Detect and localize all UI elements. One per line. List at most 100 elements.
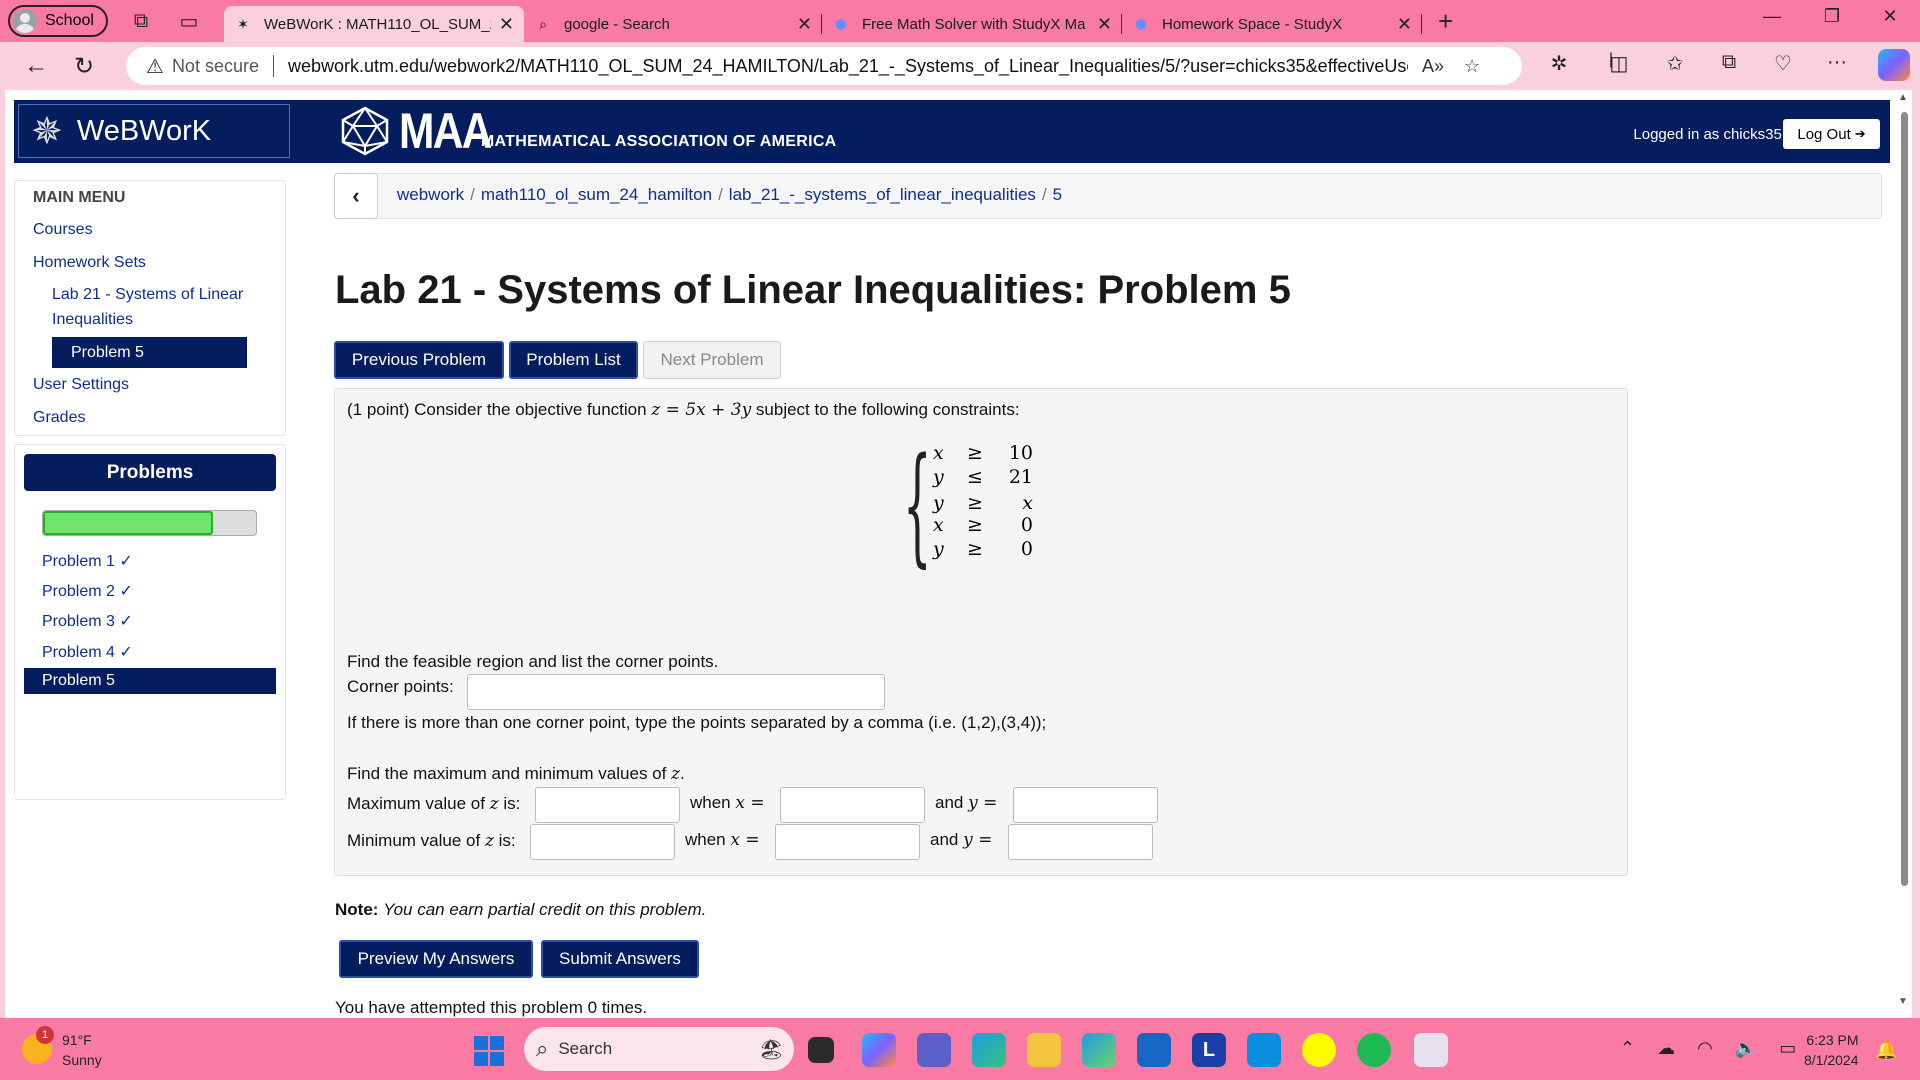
previous-problem-button[interactable]: Previous Problem xyxy=(334,341,504,379)
intro-text: subject to the following constraints: xyxy=(751,400,1020,419)
clock[interactable]: 6:23 PM 8/1/2024 xyxy=(1804,1030,1859,1070)
wifi-icon[interactable]: ◠ xyxy=(1697,1038,1713,1059)
collections-icon[interactable]: ⧉ xyxy=(1714,51,1744,74)
corner-points-label: Corner points: xyxy=(347,677,454,696)
minimize-icon[interactable]: — xyxy=(1752,6,1792,27)
constraint-row: y ≤21 xyxy=(933,466,1033,488)
copilot-taskbar-icon[interactable] xyxy=(862,1033,896,1067)
notification-bell-icon[interactable]: 🔔 xyxy=(1875,1040,1897,1061)
scroll-up-icon[interactable]: ▲ xyxy=(1898,92,1908,103)
more-menu-icon[interactable]: ··· xyxy=(1822,51,1852,74)
volume-icon[interactable]: 🔈 xyxy=(1735,1038,1757,1059)
restore-icon[interactable]: ❐ xyxy=(1812,6,1852,27)
teams-icon[interactable] xyxy=(917,1033,951,1067)
scroll-down-icon[interactable]: ▼ xyxy=(1898,996,1908,1007)
spotify-icon[interactable] xyxy=(1357,1033,1391,1067)
close-tab-icon[interactable]: ✕ xyxy=(499,14,514,35)
maa-logo[interactable]: MAA MATHEMATICAL ASSOCIATION OF AMERICA xyxy=(339,103,837,159)
problem-link-1[interactable]: Problem 1 ✓ xyxy=(42,551,133,571)
chevron-up-icon[interactable]: ⌃ xyxy=(1620,1038,1635,1059)
partial-credit-note: Note: You can earn partial credit on thi… xyxy=(335,900,706,920)
scroll-thumb[interactable] xyxy=(1901,112,1908,886)
find-maxmin-text: Find the maximum and minimum values of z… xyxy=(347,764,685,784)
min-y-input[interactable] xyxy=(1008,824,1153,860)
problem-link-3[interactable]: Problem 3 ✓ xyxy=(42,611,133,631)
back-icon[interactable]: ← xyxy=(16,46,56,86)
sidebar-item-courses[interactable]: Courses xyxy=(33,221,93,239)
close-tab-icon[interactable]: ✕ xyxy=(797,14,812,35)
maa-fullname: MATHEMATICAL ASSOCIATION OF AMERICA xyxy=(480,133,837,150)
copilot-icon[interactable] xyxy=(1878,49,1910,81)
problems-heading: Problems xyxy=(24,454,276,491)
problem-link-4[interactable]: Problem 4 ✓ xyxy=(42,642,133,662)
max-value-input[interactable] xyxy=(535,787,680,823)
preview-answers-button[interactable]: Preview My Answers xyxy=(339,940,533,978)
max-y-input[interactable] xyxy=(1013,787,1158,823)
tab-studyx-homework[interactable]: ⬢ Homework Space - StudyX ✕ xyxy=(1122,6,1422,42)
onedrive-icon[interactable]: ☁ xyxy=(1657,1038,1675,1059)
webwork-brand-link[interactable]: ✵ WeBWorK xyxy=(18,104,290,158)
logout-button[interactable]: Log Out ➔ xyxy=(1783,119,1880,149)
tab-title: Free Math Solver with StudyX Ma xyxy=(862,15,1086,33)
battery-icon[interactable]: ▭ xyxy=(1779,1038,1796,1059)
problem-link-5[interactable]: Problem 5 xyxy=(24,668,276,694)
close-tab-icon[interactable]: ✕ xyxy=(1397,14,1412,35)
windows-start-icon[interactable] xyxy=(474,1036,504,1066)
sidebar-item-set-line1[interactable]: Lab 21 - Systems of Linear xyxy=(52,286,243,304)
min-value-input[interactable] xyxy=(530,824,675,860)
browser-essentials-icon[interactable]: ♡ xyxy=(1768,51,1798,76)
sidebar-item-set-line2[interactable]: Inequalities xyxy=(52,311,133,329)
snapchat-icon[interactable] xyxy=(1302,1033,1336,1067)
close-window-icon[interactable]: ✕ xyxy=(1870,6,1910,27)
taskbar: 1 91°F Sunny ⌕ Search 🏖 L ⌃ ☁ ◠ 🔈 ▭ 6:23 … xyxy=(0,1018,1920,1080)
min-value-label: Minimum value of z is: xyxy=(347,831,516,851)
favorites-icon[interactable]: ✩ xyxy=(1660,51,1690,76)
file-explorer-icon[interactable] xyxy=(1027,1033,1061,1067)
store-icon[interactable] xyxy=(1137,1033,1171,1067)
read-aloud-icon[interactable]: A» xyxy=(1422,56,1444,77)
edge-icon[interactable] xyxy=(972,1033,1006,1067)
refresh-icon[interactable]: ↻ xyxy=(64,46,104,86)
brand-name: WeBWorK xyxy=(76,114,212,147)
alexa-icon[interactable] xyxy=(1247,1033,1281,1067)
task-view-icon[interactable] xyxy=(808,1037,834,1063)
vertical-scrollbar[interactable]: ▲ ▼ xyxy=(1896,90,1912,1018)
submit-answers-button[interactable]: Submit Answers xyxy=(541,940,699,978)
favorite-star-icon[interactable]: ☆ xyxy=(1464,56,1480,77)
weather-widget[interactable]: 1 91°F Sunny xyxy=(22,1026,102,1070)
taskbar-search[interactable]: ⌕ Search 🏖 xyxy=(524,1027,794,1071)
sidebar-item-user-settings[interactable]: User Settings xyxy=(33,376,129,394)
webwork-star-logo-icon: ✵ xyxy=(31,110,63,153)
sidebar-item-grades[interactable]: Grades xyxy=(33,409,85,427)
max-x-input[interactable] xyxy=(780,787,925,823)
edge-dev-icon[interactable] xyxy=(1082,1033,1116,1067)
system-tray: ⌃ ☁ ◠ 🔈 ▭ xyxy=(1620,1038,1796,1059)
sidebar-item-problem-5[interactable]: Problem 5 xyxy=(52,337,247,368)
launcher-l-icon[interactable]: L xyxy=(1192,1033,1226,1067)
page-title: Lab 21 - Systems of Linear Inequalities:… xyxy=(335,268,1291,312)
tab-webwork[interactable]: ✶ WeBWorK : MATH110_OL_SUM_2 ✕ xyxy=(224,6,524,42)
profile-button[interactable]: School xyxy=(8,5,108,37)
tab-studyx-solver[interactable]: ⬢ Free Math Solver with StudyX Ma ✕ xyxy=(822,6,1122,42)
breadcrumb-link-course[interactable]: math110_ol_sum_24_hamilton xyxy=(481,185,712,204)
tab-google[interactable]: ⌕ google - Search ✕ xyxy=(524,6,822,42)
extensions-icon[interactable]: ✲ xyxy=(1544,51,1574,76)
breadcrumb-link-webwork[interactable]: webwork xyxy=(397,185,464,204)
split-screen-icon[interactable]: ◫ xyxy=(1604,51,1634,76)
profile-avatar-icon xyxy=(13,9,37,33)
divider xyxy=(272,55,274,77)
workspaces-icon[interactable]: ⧉ xyxy=(126,6,156,36)
url-text[interactable]: webwork.utm.edu/webwork2/MATH110_OL_SUM_… xyxy=(288,56,1408,77)
breadcrumb-link-set[interactable]: lab_21_-_systems_of_linear_inequalities xyxy=(729,185,1036,204)
new-tab-icon[interactable]: + xyxy=(1438,6,1453,37)
tab-actions-icon[interactable]: ▭ xyxy=(174,6,204,36)
corner-points-input[interactable] xyxy=(467,674,885,710)
sidebar-item-homework-sets[interactable]: Homework Sets xyxy=(33,254,146,272)
problem-list-button[interactable]: Problem List xyxy=(509,341,638,379)
problem-link-2[interactable]: Problem 2 ✓ xyxy=(42,581,133,601)
snipping-tool-icon[interactable] xyxy=(1414,1033,1448,1067)
min-x-input[interactable] xyxy=(775,824,920,860)
address-bar[interactable]: ⚠ Not secure webwork.utm.edu/webwork2/MA… xyxy=(126,47,1522,85)
close-tab-icon[interactable]: ✕ xyxy=(1097,14,1112,35)
breadcrumb-back-button[interactable]: ‹ xyxy=(334,173,378,219)
